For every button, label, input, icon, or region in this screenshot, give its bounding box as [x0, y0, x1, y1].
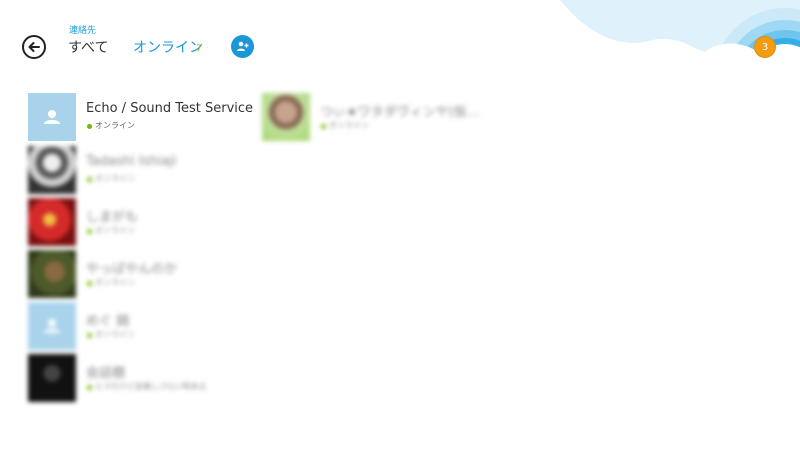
online-status-dot — [87, 177, 92, 182]
online-status-dot — [321, 124, 326, 129]
tab-online[interactable]: オンライン — [133, 37, 203, 57]
contact-status: ヒマだけど返事しづらい時ある — [95, 382, 207, 391]
person-icon — [44, 319, 60, 333]
contact-item[interactable]: Echo / Sound Test Service オンライン — [28, 93, 256, 141]
contact-item[interactable]: めぐ 鍋 オンライン — [28, 302, 256, 350]
avatar — [28, 93, 76, 141]
contact-status: オンライン — [95, 278, 135, 287]
contact-status: オンライン — [329, 121, 369, 130]
add-contact-button[interactable] — [231, 35, 254, 58]
contact-name: Echo / Sound Test Service — [86, 101, 254, 116]
notification-badge[interactable]: 3 — [754, 36, 776, 58]
online-status-dot — [87, 333, 92, 338]
back-button[interactable] — [22, 35, 46, 59]
contact-name: Tadashi Ishiaji — [86, 154, 177, 169]
avatar — [262, 93, 310, 141]
section-label: 連絡先 — [69, 26, 97, 36]
contact-status: オンライン — [95, 226, 135, 235]
skype-contacts-screen: 連絡先 すべて オンライン 7 3 Echo / Sound Test Serv… — [0, 0, 800, 450]
contact-name: やっぱやんのか — [86, 262, 178, 277]
online-status-dot — [87, 124, 92, 129]
contact-status: オンライン — [95, 121, 135, 130]
online-status-dot — [87, 281, 92, 286]
contact-name: つぃ★ワタダヴィンヤ(仮原稿) — [320, 105, 490, 120]
contact-name: めぐ 鍋 — [86, 314, 130, 329]
add-contact-icon — [237, 41, 249, 51]
contact-item[interactable]: 会話棚 ヒマだけど返事しづらい時ある — [28, 354, 256, 402]
header: 連絡先 すべて オンライン 7 3 — [0, 0, 800, 80]
contact-name: 会話棚 — [86, 366, 126, 381]
contact-name: しまがも — [86, 210, 139, 225]
avatar — [28, 354, 76, 402]
person-icon — [44, 110, 60, 124]
contact-item[interactable]: Tadashi Ishiaji オンライン — [28, 146, 256, 194]
avatar — [28, 146, 76, 194]
online-count: 7 — [196, 44, 202, 54]
avatar — [28, 250, 76, 298]
online-status-dot — [87, 229, 92, 234]
tab-all[interactable]: すべて — [68, 37, 108, 57]
avatar — [28, 302, 76, 350]
back-arrow-icon — [28, 42, 40, 52]
online-status-dot — [87, 385, 92, 390]
contact-item[interactable]: つぃ★ワタダヴィンヤ(仮原稿) オンライン — [262, 93, 490, 141]
contact-status: オンライン — [95, 330, 135, 339]
contact-item[interactable]: やっぱやんのか オンライン — [28, 250, 256, 298]
avatar — [28, 198, 76, 246]
contact-item[interactable]: しまがも オンライン — [28, 198, 256, 246]
contact-status: オンライン — [95, 174, 135, 183]
